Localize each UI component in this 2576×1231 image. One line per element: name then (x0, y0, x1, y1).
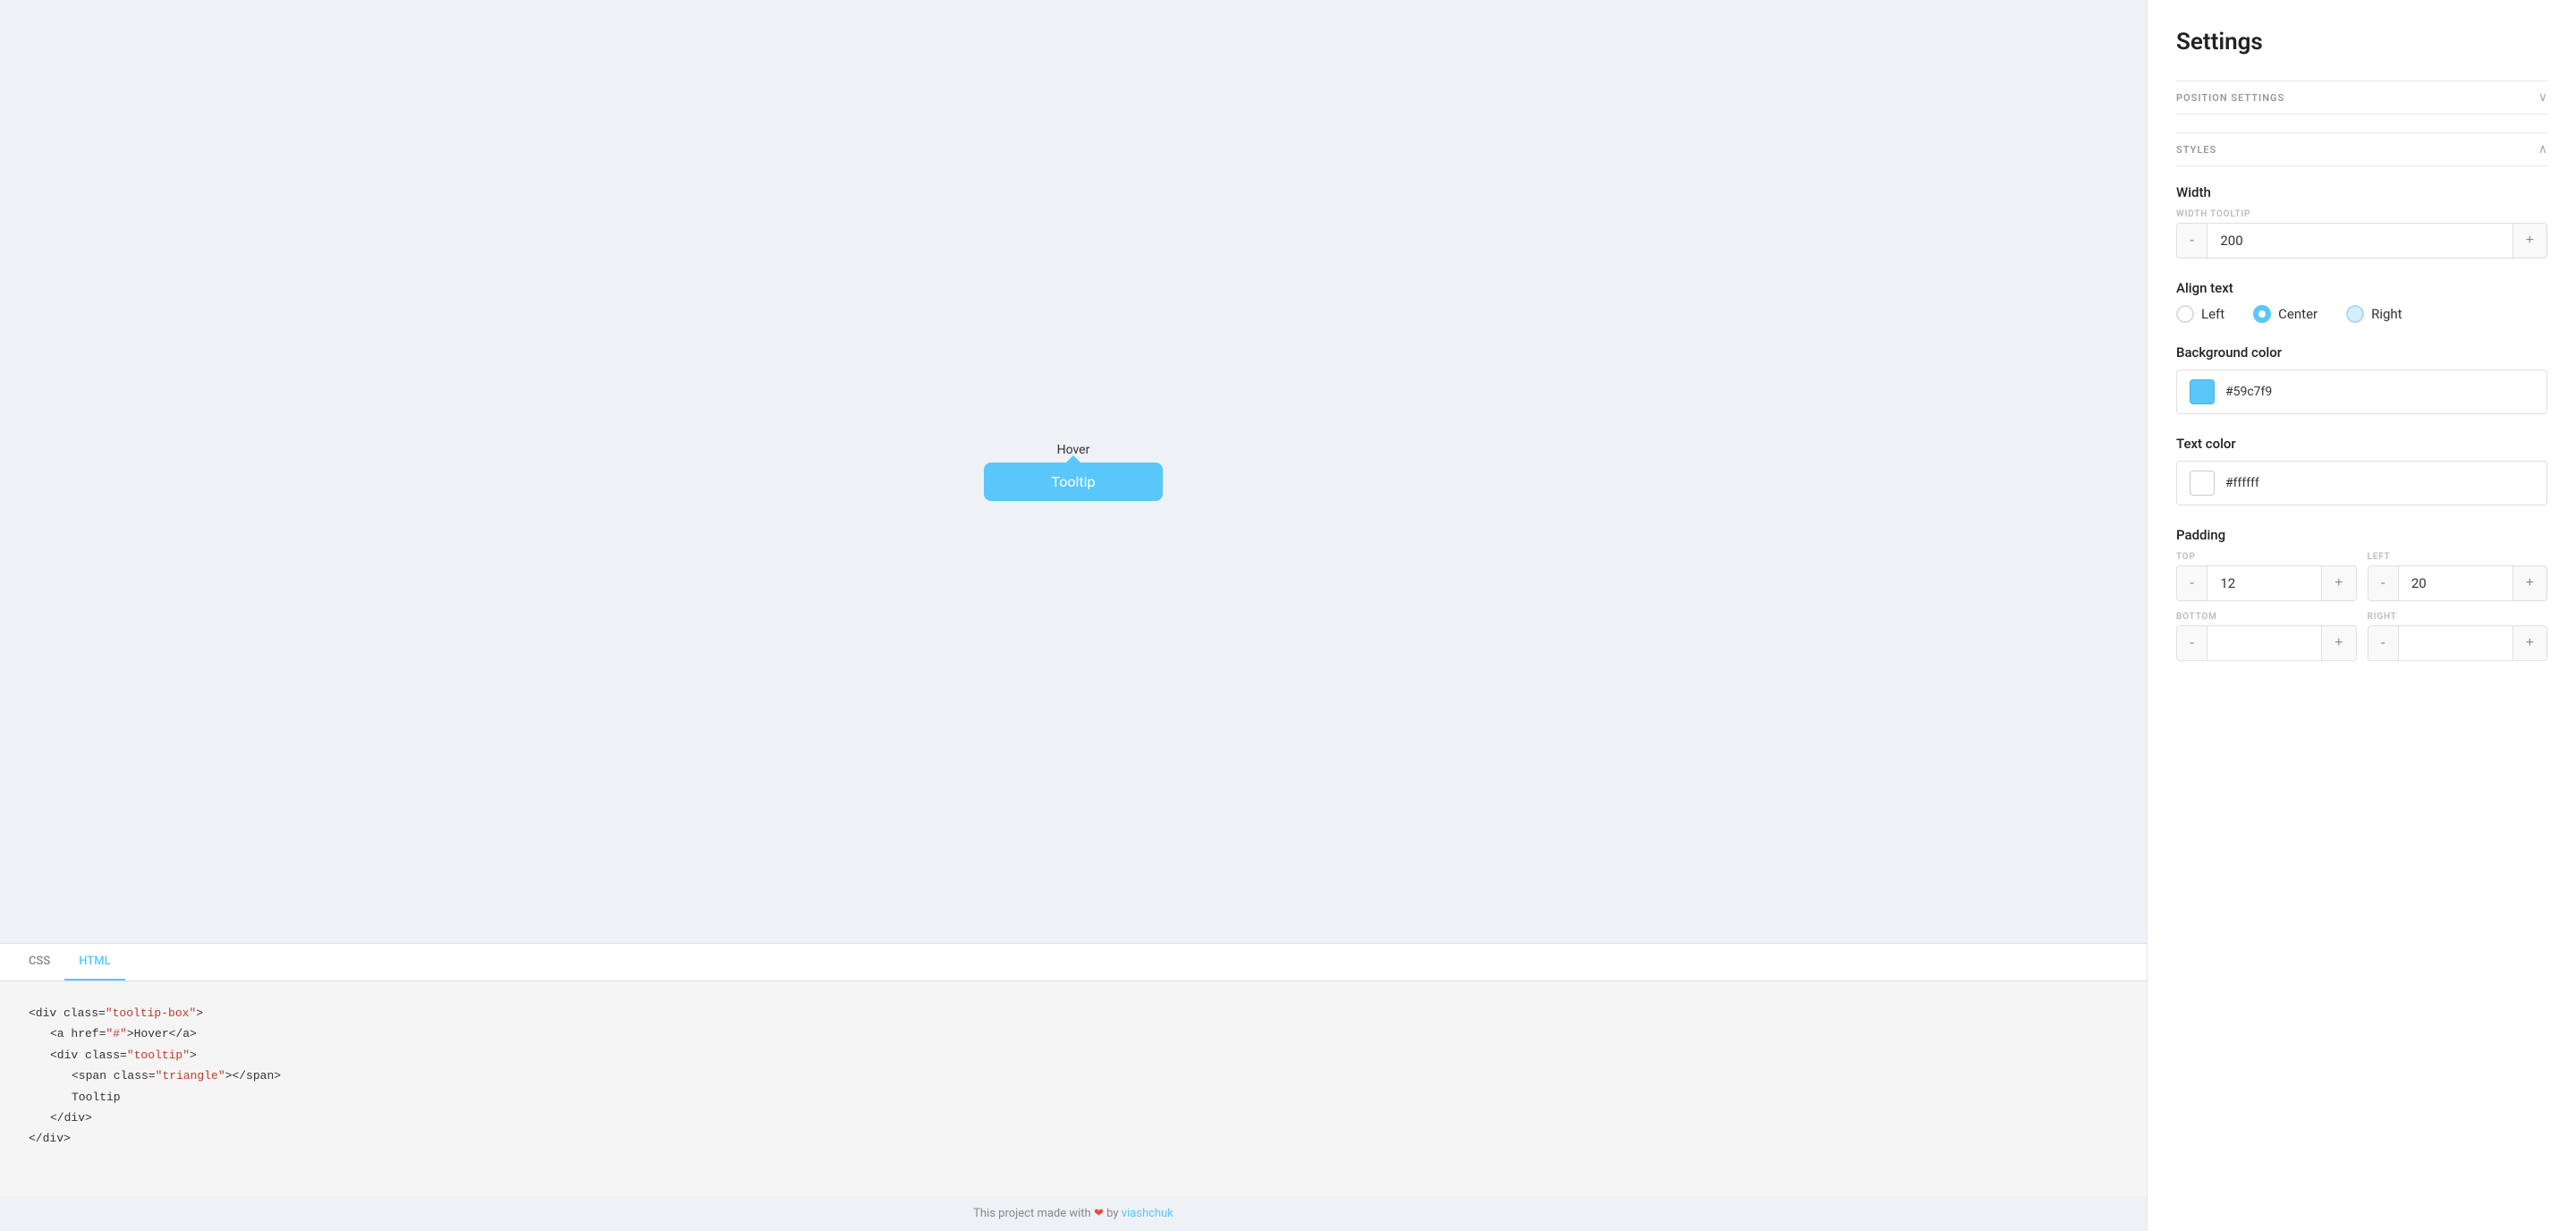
position-settings-header[interactable]: POSITION SETTINGS ∨ (2176, 81, 2547, 115)
padding-bottom-minus[interactable]: - (2177, 626, 2207, 660)
background-color-swatch[interactable] (2190, 379, 2215, 404)
padding-right-sub-label: RIGHT (2368, 612, 2548, 622)
padding-left-plus[interactable]: + (2512, 566, 2546, 600)
styles-header[interactable]: STYLES ∧ (2176, 132, 2547, 166)
padding-top-cell: TOP - 12 + (2176, 552, 2357, 601)
align-group: Left Center Right (2176, 305, 2547, 323)
align-left-radio[interactable] (2176, 305, 2194, 323)
footer-text-before: This project made with (973, 1207, 1091, 1220)
footer-heart: ❤ (1094, 1207, 1104, 1220)
code-content: <div class="tooltip-box"> <a href="#">Ho… (0, 981, 2147, 1196)
background-color-label: Background color (2176, 344, 2547, 361)
padding-left-input-row: - 20 + (2368, 565, 2548, 601)
width-minus-button[interactable]: - (2177, 224, 2207, 258)
align-right-label: Right (2371, 306, 2402, 322)
width-plus-button[interactable]: + (2512, 224, 2546, 258)
settings-title: Settings (2176, 29, 2547, 55)
text-color-row[interactable]: #ffffff (2176, 461, 2547, 505)
align-left-label: Left (2201, 306, 2224, 322)
code-line-4: <span class="triangle"></span> (72, 1065, 2118, 1086)
width-value[interactable]: 200 (2207, 224, 2512, 258)
width-label: Width (2176, 184, 2547, 200)
padding-bottom-cell: BOTTOM - + (2176, 612, 2357, 661)
padding-left-value[interactable]: 20 (2399, 566, 2512, 600)
align-right-radio[interactable] (2346, 305, 2364, 323)
code-line-1: <div class="tooltip-box"> (29, 1003, 2118, 1023)
padding-bottom-input-row: - + (2176, 625, 2357, 661)
padding-left-sub-label: LEFT (2368, 552, 2548, 562)
preview-area: Hover Tooltip CSS HTML <div class="toolt… (0, 0, 2147, 1231)
padding-top-plus[interactable]: + (2321, 566, 2355, 600)
text-color-swatch[interactable] (2190, 471, 2215, 496)
footer-link[interactable]: viashchuk (1122, 1207, 1174, 1220)
padding-bottom-plus[interactable]: + (2321, 626, 2355, 660)
code-line-7: </div> (29, 1128, 2118, 1149)
align-right-option[interactable]: Right (2346, 305, 2402, 323)
padding-label: Padding (2176, 527, 2547, 543)
padding-bottom-value[interactable] (2207, 634, 2321, 652)
align-center-radio[interactable] (2253, 305, 2271, 323)
tab-css[interactable]: CSS (14, 944, 64, 981)
padding-right-minus[interactable]: - (2368, 626, 2399, 660)
position-settings-chevron: ∨ (2538, 90, 2547, 105)
padding-setting: Padding TOP - 12 + LEFT - 20 + (2176, 527, 2547, 661)
align-center-option[interactable]: Center (2253, 305, 2318, 323)
tab-html[interactable]: HTML (64, 944, 124, 981)
padding-right-cell: RIGHT - + (2368, 612, 2548, 661)
width-input-row: - 200 + (2176, 223, 2547, 259)
tooltip-demo: Hover Tooltip (0, 0, 2147, 943)
padding-top-minus[interactable]: - (2177, 566, 2207, 600)
code-line-6: </div> (50, 1108, 2118, 1128)
text-color-label: Text color (2176, 436, 2547, 452)
align-center-label: Center (2278, 306, 2318, 322)
align-left-option[interactable]: Left (2176, 305, 2224, 323)
code-line-3: <div class="tooltip"> (50, 1045, 2118, 1065)
align-text-setting: Align text Left Center Right (2176, 280, 2547, 323)
text-color-value: #ffffff (2225, 476, 2259, 490)
styles-chevron: ∧ (2538, 142, 2547, 157)
text-color-setting: Text color #ffffff (2176, 436, 2547, 505)
padding-right-input-row: - + (2368, 625, 2548, 661)
padding-right-value[interactable] (2399, 634, 2512, 652)
background-color-setting: Background color #59c7f9 (2176, 344, 2547, 414)
padding-top-input-row: - 12 + (2176, 565, 2357, 601)
background-color-row[interactable]: #59c7f9 (2176, 369, 2547, 414)
position-settings-label: POSITION SETTINGS (2176, 92, 2284, 104)
padding-left-minus[interactable]: - (2368, 566, 2399, 600)
width-setting: Width WIDTH TOOLTIP - 200 + (2176, 184, 2547, 259)
tooltip-box: Tooltip (984, 463, 1163, 501)
padding-left-cell: LEFT - 20 + (2368, 552, 2548, 601)
padding-bottom-sub-label: BOTTOM (2176, 612, 2357, 622)
footer-bar: This project made with ❤ by viashchuk (0, 1196, 2147, 1231)
padding-grid: TOP - 12 + LEFT - 20 + BOTTOM (2176, 552, 2547, 661)
tooltip-text: Tooltip (1051, 473, 1095, 490)
padding-top-value[interactable]: 12 (2207, 566, 2321, 600)
code-line-2: <a href="#">Hover</a> (50, 1023, 2118, 1044)
padding-top-sub-label: TOP (2176, 552, 2357, 562)
padding-right-plus[interactable]: + (2512, 626, 2546, 660)
code-tabs: CSS HTML (0, 944, 2147, 981)
align-text-label: Align text (2176, 280, 2547, 296)
code-panel: CSS HTML <div class="tooltip-box"> <a hr… (0, 943, 2147, 1196)
styles-label: STYLES (2176, 144, 2216, 156)
width-sub-label: WIDTH TOOLTIP (2176, 209, 2547, 219)
background-color-value: #59c7f9 (2225, 385, 2272, 399)
code-line-5: Tooltip (72, 1087, 2118, 1108)
settings-panel: Settings POSITION SETTINGS ∨ STYLES ∧ Wi… (2147, 0, 2576, 1231)
footer-text-middle: by (1106, 1207, 1118, 1220)
